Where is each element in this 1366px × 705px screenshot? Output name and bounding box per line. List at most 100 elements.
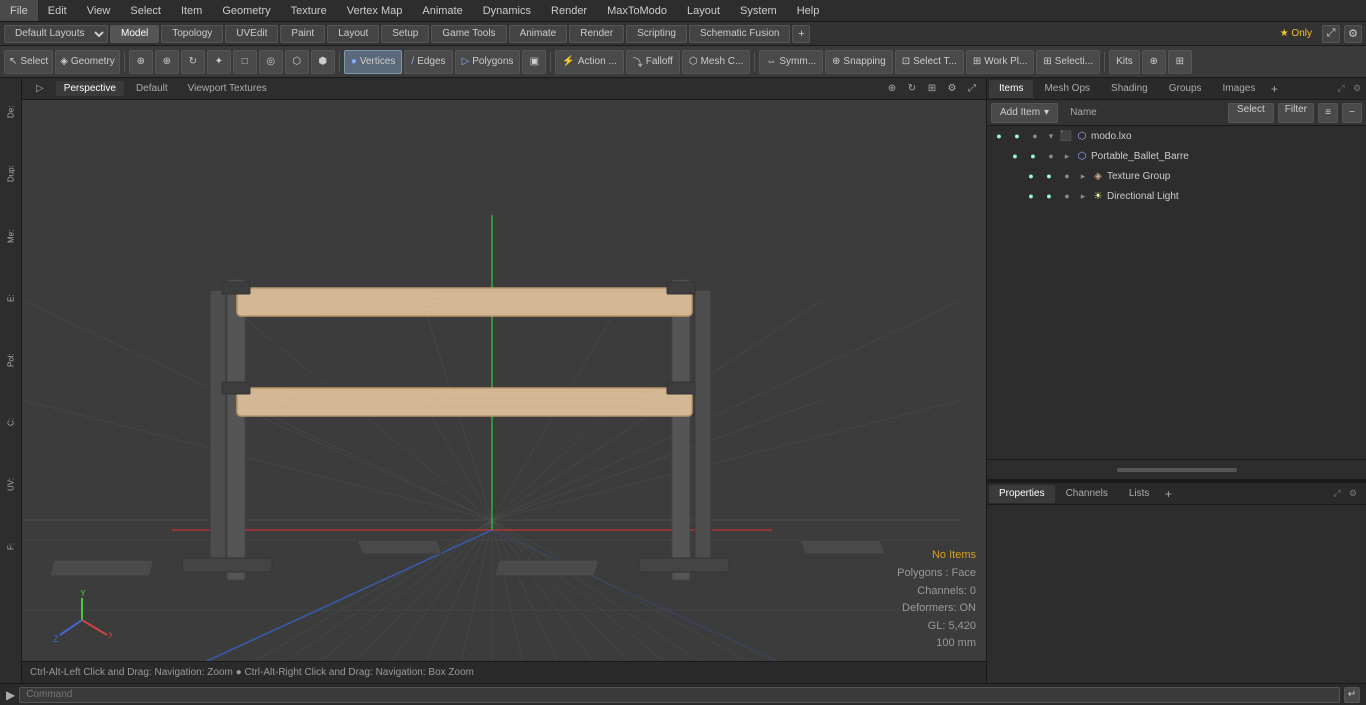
vertices-button[interactable]: ● Vertices [344,50,403,74]
falloff-button[interactable]: ⤵ Falloff [626,50,680,74]
vp-center-icon[interactable]: ⊕ [884,81,900,97]
menu-texture[interactable]: Texture [281,0,337,21]
menu-geometry[interactable]: Geometry [212,0,280,21]
vp-perspective-tab[interactable]: Perspective [56,81,124,96]
add-props-tab-button[interactable]: + [1160,486,1176,502]
tab-channels[interactable]: Channels [1056,485,1118,503]
vp-rotate-icon[interactable]: ↻ [904,81,920,97]
items-menu-button[interactable]: ≡ [1318,103,1338,123]
tab-animate[interactable]: Animate [509,25,568,43]
item-row-portable[interactable]: ● ● ● ▸ ⬡ Portable_Ballet_Barre [987,146,1366,166]
tab-lists[interactable]: Lists [1119,485,1160,503]
tool-btn-6[interactable]: ◎ [259,50,283,74]
vp-maximize-icon[interactable]: ⤢ [964,81,980,97]
tab-shading[interactable]: Shading [1101,80,1158,98]
vis3-icon-texgrp[interactable]: ● [1059,168,1075,184]
settings-btn[interactable]: ⊞ [1168,50,1192,74]
menu-view[interactable]: View [77,0,121,21]
vis-icon-portable[interactable]: ● [1007,148,1023,164]
tab-items[interactable]: Items [989,80,1033,98]
command-input[interactable] [19,687,1340,703]
tab-groups[interactable]: Groups [1159,80,1212,98]
tab-setup[interactable]: Setup [381,25,429,43]
sidebar-item-pol[interactable]: Pol: [2,330,20,390]
snapping-button[interactable]: ⊕ Snapping [825,50,893,74]
tool-btn-5[interactable]: □ [233,50,257,74]
add-item-button[interactable]: Add Item ▾ [991,103,1058,123]
vr-button[interactable]: ⊕ [1142,50,1166,74]
menu-vertexmap[interactable]: Vertex Map [337,0,413,21]
tab-gametools[interactable]: Game Tools [431,25,506,43]
menu-help[interactable]: Help [787,0,830,21]
vp-expand-btn[interactable]: ▷ [28,81,52,96]
add-panel-tab-button[interactable]: + [1266,81,1282,97]
expand-dirlight[interactable]: ▸ [1077,191,1089,202]
tool-btn-1[interactable]: ⊕ [129,50,153,74]
tool-btn-4[interactable]: ✦ [207,50,231,74]
vp-settings-icon[interactable]: ⚙ [944,81,960,97]
select-mode-button[interactable]: ↖ Select [4,50,53,74]
vis2-icon-root[interactable]: ● [1009,128,1025,144]
tool-btn-2[interactable]: ⊕ [155,50,179,74]
props-resize-icon[interactable]: ⤢ [1330,487,1344,501]
item-row-dirlight[interactable]: ● ● ● ▸ ☀ Directional Light [987,186,1366,206]
menu-file[interactable]: File [0,0,38,21]
items-collapse-button[interactable]: − [1342,103,1362,123]
maximize-button[interactable]: ⤢ [1322,25,1340,43]
menu-item[interactable]: Item [171,0,212,21]
workplane-button[interactable]: ⊞ Work Pl... [966,50,1035,74]
menu-animate[interactable]: Animate [412,0,472,21]
tool-btn-3[interactable]: ↻ [181,50,205,74]
scrollbar-thumb[interactable] [1117,468,1237,472]
tab-model[interactable]: Model [110,25,159,43]
vp-textures-tab[interactable]: Viewport Textures [180,81,275,96]
vis-icon-dirlight[interactable]: ● [1023,188,1039,204]
vis-icon-root[interactable]: ● [991,128,1007,144]
vis-icon-texgrp[interactable]: ● [1023,168,1039,184]
tab-schematic[interactable]: Schematic Fusion [689,25,790,43]
menu-render[interactable]: Render [541,0,597,21]
mesh-type-btn[interactable]: ▣ [522,50,546,74]
panel-resize-icon[interactable]: ⤢ [1334,82,1348,96]
item-row-texgrp[interactable]: ● ● ● ▸ ◈ Texture Group [987,166,1366,186]
kits-button[interactable]: Kits [1109,50,1140,74]
vis3-icon-root[interactable]: ● [1027,128,1043,144]
tool-btn-7[interactable]: ⬡ [285,50,309,74]
sidebar-item-f[interactable]: F: [2,516,20,576]
menu-dynamics[interactable]: Dynamics [473,0,541,21]
sidebar-item-uv[interactable]: UV: [2,454,20,514]
tab-paint[interactable]: Paint [280,25,325,43]
items-select-button[interactable]: Select [1228,103,1274,123]
add-layout-tab-button[interactable]: + [792,25,810,43]
menu-select[interactable]: Select [120,0,171,21]
tab-images[interactable]: Images [1213,80,1266,98]
tab-topology[interactable]: Topology [161,25,223,43]
default-layouts-select[interactable]: Default Layouts [4,25,108,43]
tab-render[interactable]: Render [569,25,624,43]
sidebar-item-de[interactable]: De: [2,82,20,142]
action-button[interactable]: ⚡ Action ... [555,50,623,74]
vis2-icon-texgrp[interactable]: ● [1041,168,1057,184]
tab-scripting[interactable]: Scripting [626,25,687,43]
scene-canvas[interactable]: No Items Polygons : Face Channels: 0 Def… [22,100,986,683]
item-row-root[interactable]: ● ● ● ▾ ⬛ ⬡ modo.lxo [987,126,1366,146]
expand-root[interactable]: ▾ [1045,131,1057,142]
sidebar-item-dup[interactable]: Dup: [2,144,20,204]
items-scrollbar[interactable] [987,459,1366,479]
settings-button[interactable]: ⚙ [1344,25,1362,43]
menu-edit[interactable]: Edit [38,0,77,21]
edges-button[interactable]: / Edges [404,50,452,74]
geometry-button[interactable]: ◈ Geometry [55,50,120,74]
vis2-icon-portable[interactable]: ● [1025,148,1041,164]
symmetry-button[interactable]: ⇔ Symm... [759,50,823,74]
tab-meshops[interactable]: Mesh Ops [1034,80,1100,98]
polygons-button[interactable]: ▷ Polygons [455,50,521,74]
items-filter-button[interactable]: Filter [1278,103,1314,123]
sidebar-item-c[interactable]: C: [2,392,20,452]
expand-portable[interactable]: ▸ [1061,151,1073,162]
command-exec-button[interactable]: ↵ [1344,687,1360,703]
props-settings-icon[interactable]: ⚙ [1346,487,1360,501]
select-tool-button[interactable]: ⊡ Select T... [895,50,964,74]
tab-uvedit[interactable]: UVEdit [225,25,278,43]
vp-default-tab[interactable]: Default [128,81,176,96]
